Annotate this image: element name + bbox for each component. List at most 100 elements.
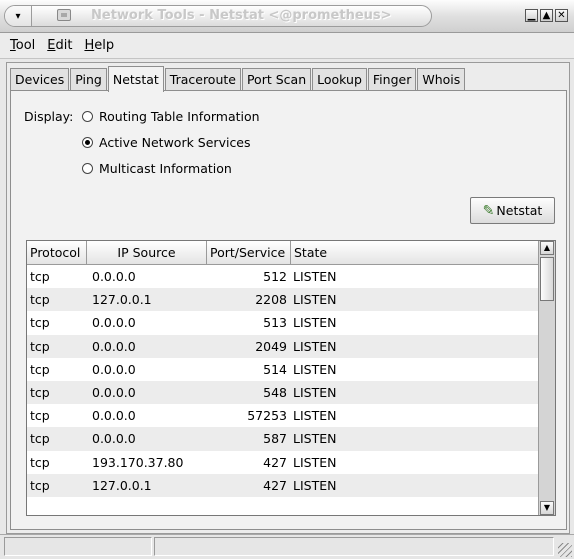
tab-traceroute[interactable]: Traceroute	[164, 68, 241, 90]
cell-state: LISTEN	[293, 338, 337, 354]
netstat-button-label: Netstat	[496, 203, 543, 218]
column-header-protocol[interactable]: Protocol	[27, 241, 87, 265]
table-row[interactable]: tcp 127.0.0.1 2208 LISTEN	[27, 288, 538, 312]
cell-ip-source: 193.170.37.80	[92, 454, 184, 470]
close-button[interactable]: ✕	[555, 9, 568, 22]
cell-port: 514	[263, 361, 287, 377]
table-row[interactable]: tcp 0.0.0.0 548 LISTEN	[27, 380, 538, 405]
cell-ip-source: 0.0.0.0	[92, 431, 136, 447]
cell-port: 57253	[247, 408, 287, 424]
tab-port-scan[interactable]: Port Scan	[241, 68, 312, 90]
title-bar: ▾ Network Tools - Netstat <@prometheus> …	[0, 0, 574, 33]
cell-ip-source: 0.0.0.0	[92, 338, 136, 354]
services-table: Protocol IP Source Port/Service State tc…	[26, 240, 556, 516]
window-controls: ▁ ▲ ✕	[525, 9, 568, 22]
cell-state: LISTEN	[293, 315, 337, 331]
menu-edit[interactable]: Edit	[41, 38, 78, 53]
status-field-right	[154, 537, 554, 556]
cell-state: LISTEN	[293, 361, 337, 377]
cell-state: LISTEN	[293, 477, 337, 493]
scroll-thumb[interactable]	[540, 257, 554, 301]
cell-ip-source: 127.0.0.1	[92, 292, 152, 308]
cell-port: 512	[263, 269, 287, 285]
cell-protocol: tcp	[30, 361, 50, 377]
cell-port: 587	[263, 431, 287, 447]
cell-port: 513	[263, 315, 287, 331]
cell-state: LISTEN	[293, 454, 337, 470]
menu-help[interactable]: Help	[78, 38, 120, 53]
table-row[interactable]: tcp 0.0.0.0 514 LISTEN	[27, 358, 538, 381]
radio-indicator	[82, 137, 93, 148]
cell-state: LISTEN	[293, 408, 337, 424]
cell-protocol: tcp	[30, 431, 50, 447]
radio-label: Multicast Information	[99, 161, 232, 176]
tab-ping[interactable]: Ping	[70, 68, 107, 90]
netstat-button[interactable]: ✎ Netstat	[470, 197, 555, 224]
cell-ip-source: 0.0.0.0	[92, 269, 136, 285]
table-row[interactable]: tcp 0.0.0.0 57253 LISTEN	[27, 404, 538, 427]
radio-indicator	[82, 163, 93, 174]
status-field-left	[4, 537, 152, 556]
cell-protocol: tcp	[30, 315, 50, 331]
cell-state: LISTEN	[293, 431, 337, 447]
tab-whois[interactable]: Whois	[417, 68, 466, 90]
menu-bar: Tool Edit Help	[0, 33, 574, 59]
tab-finger[interactable]: Finger	[367, 68, 417, 90]
display-label: Display:	[24, 109, 74, 124]
cell-state: LISTEN	[293, 292, 337, 308]
table-row[interactable]: tcp 127.0.0.1 427 LISTEN	[27, 473, 538, 497]
minimize-button[interactable]: ▁	[525, 9, 538, 22]
table-header: Protocol IP Source Port/Service State	[27, 241, 538, 265]
cell-protocol: tcp	[30, 292, 50, 308]
resize-grip-icon[interactable]	[558, 543, 572, 557]
cell-port: 2049	[255, 338, 287, 354]
table-row[interactable]: tcp 0.0.0.0 587 LISTEN	[27, 427, 538, 451]
table-row[interactable]: tcp 0.0.0.0 513 LISTEN	[27, 311, 538, 334]
cell-protocol: tcp	[30, 408, 50, 424]
cell-port: 427	[263, 477, 287, 493]
cell-state: LISTEN	[293, 269, 337, 285]
radio-label: Routing Table Information	[99, 109, 260, 124]
cell-port: 2208	[255, 292, 287, 308]
column-header-port-service[interactable]: Port/Service	[207, 241, 291, 265]
status-bar	[0, 534, 574, 559]
window-menu-button[interactable]: ▾	[5, 6, 32, 26]
tab-lookup[interactable]: Lookup	[312, 68, 367, 90]
window-title: Network Tools - Netstat <@prometheus>	[91, 8, 392, 23]
scroll-down-button[interactable]: ▼	[540, 501, 554, 515]
menu-tool[interactable]: Tool	[4, 38, 41, 53]
cell-port: 427	[263, 454, 287, 470]
table-row[interactable]: tcp 0.0.0.0 2049 LISTEN	[27, 334, 538, 358]
cell-state: LISTEN	[293, 385, 337, 401]
radio-routing-table[interactable]: Routing Table Information	[82, 109, 260, 124]
table-body: tcp 0.0.0.0 512 LISTEN tcp 127.0.0.1 220…	[27, 265, 538, 497]
cell-protocol: tcp	[30, 385, 50, 401]
table-row[interactable]: tcp 0.0.0.0 512 LISTEN	[27, 265, 538, 288]
cell-protocol: tcp	[30, 338, 50, 354]
column-header-ip-source[interactable]: IP Source	[87, 241, 207, 265]
column-header-state[interactable]: State	[291, 241, 538, 265]
maximize-button[interactable]: ▲	[540, 9, 553, 22]
scroll-up-button[interactable]: ▲	[540, 241, 554, 255]
cell-ip-source: 127.0.0.1	[92, 477, 152, 493]
title-pill: ▾ Network Tools - Netstat <@prometheus>	[4, 5, 432, 27]
cell-ip-source: 0.0.0.0	[92, 408, 136, 424]
cell-ip-source: 0.0.0.0	[92, 315, 136, 331]
cell-ip-source: 0.0.0.0	[92, 361, 136, 377]
radio-label: Active Network Services	[99, 135, 251, 150]
tab-netstat[interactable]: Netstat	[107, 66, 164, 92]
tab-strip: Devices Ping Netstat Traceroute Port Sca…	[10, 66, 466, 92]
app-icon	[57, 9, 71, 21]
vertical-scrollbar[interactable]: ▲ ▼	[538, 241, 555, 515]
radio-multicast[interactable]: Multicast Information	[82, 161, 232, 176]
cell-protocol: tcp	[30, 269, 50, 285]
cell-protocol: tcp	[30, 477, 50, 493]
wrench-hand-icon: ✎	[482, 202, 495, 219]
table-row[interactable]: tcp 193.170.37.80 427 LISTEN	[27, 451, 538, 474]
cell-ip-source: 0.0.0.0	[92, 385, 136, 401]
radio-active-services[interactable]: Active Network Services	[82, 135, 251, 150]
cell-port: 548	[263, 385, 287, 401]
cell-protocol: tcp	[30, 454, 50, 470]
chevron-down-icon: ▾	[15, 10, 21, 22]
tab-devices[interactable]: Devices	[10, 68, 70, 90]
